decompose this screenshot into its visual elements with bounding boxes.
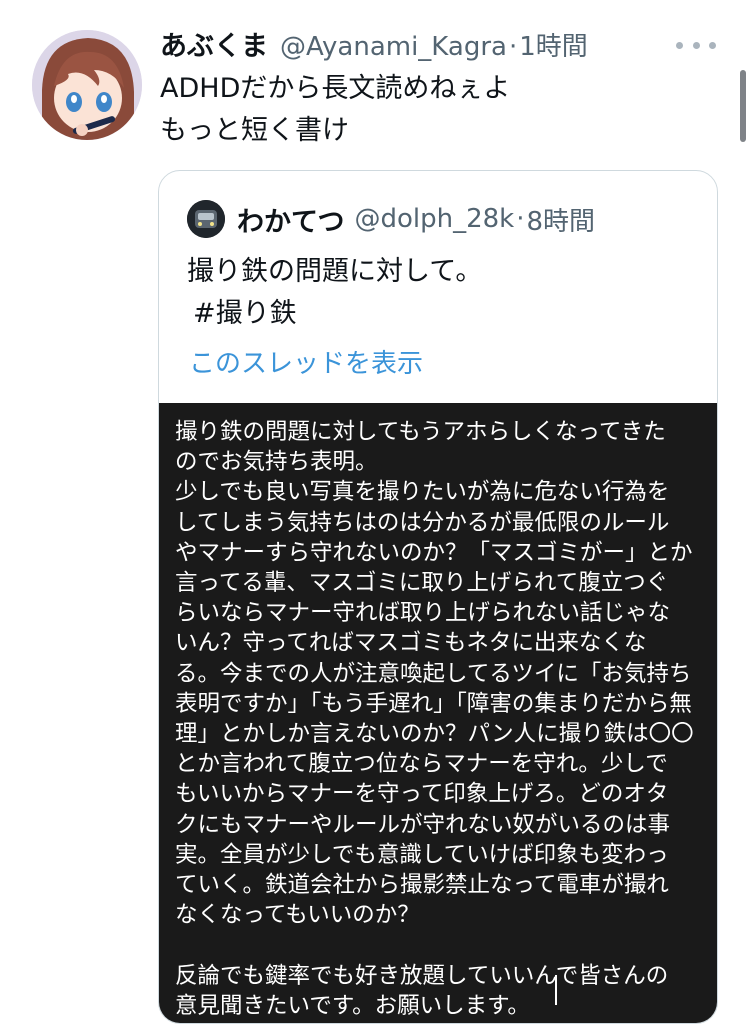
text-caret bbox=[555, 975, 557, 1005]
image-text: 撮り鉄の問題に対してもうアホらしくなってきた のでお気持ち表明。 少しでも良い写… bbox=[175, 419, 694, 1019]
quoted-image[interactable]: 撮り鉄の問題に対してもうアホらしくなってきた のでお気持ち表明。 少しでも良い写… bbox=[159, 403, 717, 1023]
quoted-display-name[interactable]: わかてつ bbox=[237, 200, 344, 239]
tweet-text-line: もっと短く書け bbox=[160, 115, 349, 146]
hashtag-link[interactable]: #撮り鉄 bbox=[187, 293, 482, 335]
tweet-text: ADHDだから長文読めねぇよ もっと短く書け bbox=[160, 68, 510, 152]
quoted-tweet-header: わかてつ @dolph_28k · 8時間 bbox=[187, 199, 595, 239]
quoted-avatar[interactable] bbox=[187, 200, 225, 238]
quoted-tweet-time[interactable]: 8時間 bbox=[527, 201, 596, 238]
avatar[interactable] bbox=[32, 30, 142, 140]
tweet-time[interactable]: 1時間 bbox=[519, 26, 588, 63]
scrollbar-thumb[interactable] bbox=[740, 70, 746, 142]
show-thread-link[interactable]: このスレッドを表示 bbox=[189, 343, 423, 380]
display-name[interactable]: あぶくま bbox=[160, 24, 268, 63]
quoted-tweet[interactable]: わかてつ @dolph_28k · 8時間 撮り鉄の問題に対して。 #撮り鉄 こ… bbox=[158, 170, 718, 1024]
scrollbar[interactable] bbox=[738, 70, 750, 142]
separator-dot: · bbox=[516, 204, 525, 234]
quoted-tweet-text: 撮り鉄の問題に対して。 #撮り鉄 bbox=[187, 251, 482, 335]
quoted-text-line: 撮り鉄の問題に対して。 bbox=[187, 256, 483, 287]
tweet-text-line: ADHDだから長文読めねぇよ bbox=[160, 73, 511, 104]
user-handle[interactable]: @Ayanami_Kagra bbox=[280, 32, 507, 62]
quoted-user-handle[interactable]: @dolph_28k bbox=[354, 204, 514, 234]
train-avatar-icon bbox=[187, 200, 225, 238]
separator-dot: · bbox=[508, 32, 518, 62]
anime-girl-avatar-icon bbox=[32, 30, 142, 140]
more-dots-icon[interactable] bbox=[676, 30, 716, 60]
tweet-header: あぶくま @Ayanami_Kagra · 1時間 bbox=[160, 24, 730, 64]
